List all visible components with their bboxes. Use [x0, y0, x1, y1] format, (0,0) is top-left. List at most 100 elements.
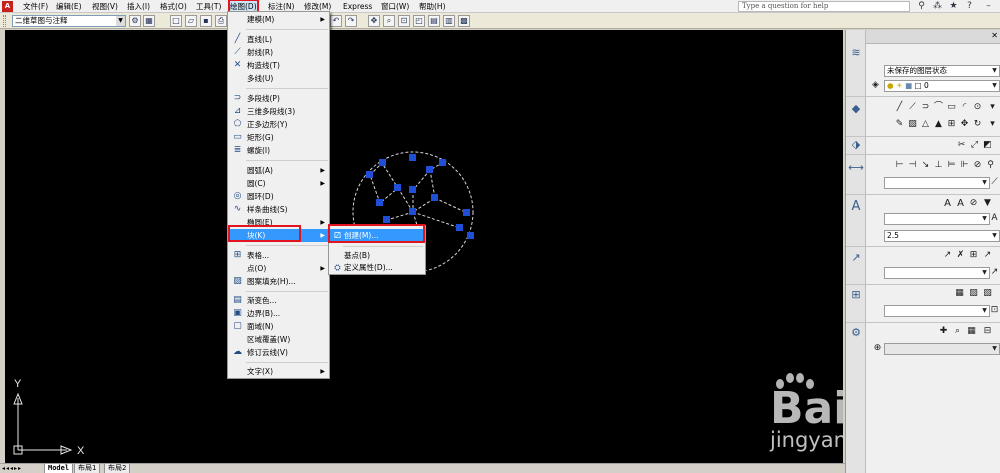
edit-text-icon[interactable]: ⊘ — [968, 198, 979, 209]
print-icon[interactable]: ⎙ — [215, 15, 227, 27]
mleader-remove-icon[interactable]: ✗ — [955, 250, 966, 261]
chevron-down-icon[interactable]: ▾ — [987, 119, 998, 130]
trim-icon[interactable]: ✂ — [956, 140, 967, 151]
menu-item-text[interactable]: 文字(X) ▶ — [229, 365, 329, 378]
text-height-combo[interactable]: 2.5 ▼ — [884, 230, 1000, 242]
circle-icon[interactable]: ⊙ — [972, 102, 983, 113]
menu-item-arc[interactable]: 圆弧(A) ▶ — [229, 164, 329, 177]
viewport-scale-combo[interactable]: ▼ — [884, 343, 1000, 355]
text-panel-icon[interactable]: A — [848, 200, 864, 214]
menu-item-revcloud[interactable]: ☁ 修订云线(V) — [229, 346, 329, 359]
menu-help[interactable]: 帮助(H) — [419, 1, 446, 12]
mleader-style-combo[interactable]: ▼ — [884, 267, 990, 279]
arc2-icon[interactable]: ◜ — [959, 102, 970, 113]
layer-state-combo[interactable]: 未保存的图层状态 ▼ — [884, 65, 1000, 77]
menu-view[interactable]: 视图(V) — [92, 1, 118, 12]
xline-icon[interactable]: ⟋ — [907, 102, 918, 113]
layers-panel-icon[interactable]: ≋ — [848, 46, 864, 60]
close-icon[interactable]: ✕ — [991, 31, 998, 40]
menu-item-table[interactable]: ⊞ 表格... — [229, 249, 329, 262]
leader-icon[interactable]: ↘ — [920, 160, 931, 171]
ordinate-dim-icon[interactable]: ⊥ — [933, 160, 944, 171]
zoom-window-icon[interactable]: ⊡ — [398, 15, 410, 27]
viewport-clip-icon[interactable]: ⌕ — [952, 326, 963, 337]
tab-layout1[interactable]: 布局1 — [74, 464, 101, 473]
draw-2d-panel-icon[interactable]: ◆ — [848, 102, 864, 116]
undo-icon[interactable]: ↶ — [330, 15, 342, 27]
mleader-style-manager-icon[interactable]: ↗ — [989, 267, 1000, 278]
chevron-down-icon[interactable]: ▾ — [987, 102, 998, 113]
redo-icon[interactable]: ↷ — [345, 15, 357, 27]
text-style-manager-icon[interactable]: A — [989, 213, 1000, 224]
table-link-icon[interactable]: ▨ — [968, 288, 979, 299]
menu-item-donut[interactable]: ◎ 圆环(D) — [229, 190, 329, 203]
menu-item-polygon[interactable]: ⬠ 正多边形(Y) — [229, 118, 329, 131]
menu-item-mline[interactable]: 多线(U) — [229, 72, 329, 85]
menu-item-gradient[interactable]: ▤ 渐变色... — [229, 294, 329, 307]
menu-edit[interactable]: 编辑(E) — [56, 1, 82, 12]
extend-icon[interactable]: ⤢ — [969, 140, 980, 151]
aligned-dim-icon[interactable]: ⊣ — [907, 160, 918, 171]
gradient-icon[interactable]: △ — [920, 119, 931, 130]
table-insert-icon[interactable]: ▦ — [954, 288, 965, 299]
menu-tools[interactable]: 工具(T) — [196, 1, 221, 12]
viewport-lock-icon[interactable]: ▦ — [966, 326, 977, 337]
menu-insert[interactable]: 插入(I) — [127, 1, 150, 12]
app-logo-icon[interactable]: A — [2, 1, 13, 12]
dim-style-manager-icon[interactable]: ⟋ — [989, 177, 1000, 188]
baseline-dim-icon[interactable]: ⊨ — [946, 160, 957, 171]
dimension-panel-icon[interactable]: ⟷ — [848, 161, 864, 175]
help-search-input[interactable]: Type a question for help — [738, 1, 910, 12]
rectangle-icon[interactable]: ▭ — [946, 102, 957, 113]
menu-item-modeling[interactable]: 建模(M) ▶ — [229, 13, 329, 26]
viewports-panel-icon[interactable]: ⚙ — [848, 326, 864, 340]
menu-item-wipeout[interactable]: 区域覆盖(W) — [229, 333, 329, 346]
arc-icon[interactable]: ⌒ — [933, 102, 944, 113]
mleader-icon[interactable]: ↗ — [942, 250, 953, 261]
design-center-icon[interactable]: ▥ — [443, 15, 455, 27]
dim-style-combo[interactable]: ▼ — [884, 177, 990, 189]
help-icon[interactable]: ? — [964, 1, 975, 12]
menu-express[interactable]: Express — [343, 1, 372, 12]
table-style-manager-icon[interactable]: ⊡ — [989, 305, 1000, 316]
favorites-star-icon[interactable]: ★ — [948, 1, 959, 12]
boundary-icon[interactable]: ▲ — [933, 119, 944, 130]
layer-manager-icon[interactable]: ◈ — [870, 80, 881, 91]
add-icon[interactable]: ⊕ — [872, 343, 883, 354]
text-style-combo[interactable]: ▼ — [884, 213, 990, 225]
menu-item-region[interactable]: ▢ 面域(N) — [229, 320, 329, 333]
menu-item-ray[interactable]: ⟋ 射线(R) — [229, 46, 329, 59]
menu-item-polyline[interactable]: ⊃ 多段线(P) — [229, 92, 329, 105]
viewport-scale-icon[interactable]: ⊟ — [982, 326, 993, 337]
search-icon[interactable]: ⚲ — [916, 1, 927, 12]
table-style-combo[interactable]: ▼ — [884, 305, 990, 317]
menu-item-define-attribute[interactable]: ⛭ 定义属性(D)... — [330, 261, 425, 274]
text-style-icon[interactable]: ▼ — [982, 198, 993, 209]
minimize-icon[interactable]: – — [983, 1, 994, 12]
open-file-icon[interactable]: ▱ — [185, 15, 197, 27]
menu-item-hatch[interactable]: ▨ 图案填充(H)... — [229, 275, 329, 288]
menu-item-3dpoly[interactable]: ⊿ 三维多段线(3) — [229, 105, 329, 118]
menu-item-circle[interactable]: 圆(C) ▶ — [229, 177, 329, 190]
mtext-icon[interactable]: A — [942, 198, 953, 209]
calculator-icon[interactable]: ▩ — [458, 15, 470, 27]
linear-dim-icon[interactable]: ⊢ — [894, 160, 905, 171]
mleader-collect-icon[interactable]: ↗ — [982, 250, 993, 261]
rotate-icon[interactable]: ↻ — [972, 119, 983, 130]
properties-icon[interactable]: ▤ — [428, 15, 440, 27]
menu-item-xline[interactable]: ✕ 构造线(T) — [229, 59, 329, 72]
mleader-align-icon[interactable]: ⊞ — [968, 250, 979, 261]
menu-item-spline[interactable]: ∿ 样条曲线(S) — [229, 203, 329, 216]
pan-icon[interactable]: ✥ — [368, 15, 380, 27]
save-icon[interactable]: ▪ — [200, 15, 212, 27]
fillet-icon[interactable]: ◩ — [982, 140, 993, 151]
table-export-icon[interactable]: ▧ — [982, 288, 993, 299]
tab-navigation-arrows[interactable]: ◂◂◂▸▸ — [2, 465, 22, 473]
single-text-icon[interactable]: A — [955, 198, 966, 209]
menu-item-boundary[interactable]: ▣ 边界(B)... — [229, 307, 329, 320]
new-file-icon[interactable]: □ — [170, 15, 182, 27]
menu-item-point[interactable]: 点(O) ▶ — [229, 262, 329, 275]
angular-dim-icon[interactable]: ⊘ — [972, 160, 983, 171]
workspace-settings-icon[interactable]: ⚙ — [129, 15, 141, 27]
menu-item-line[interactable]: ╱ 直线(L) — [229, 33, 329, 46]
